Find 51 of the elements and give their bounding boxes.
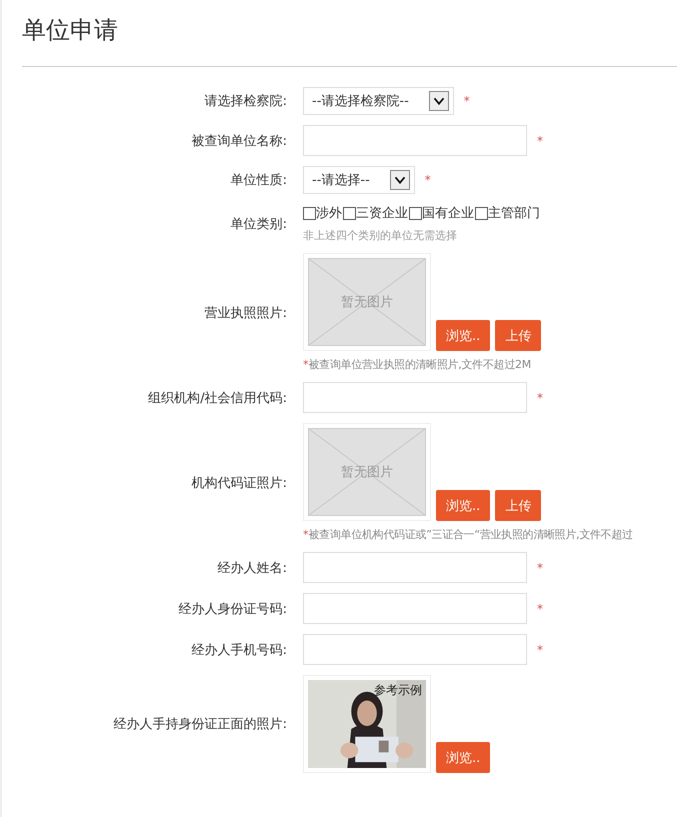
caret-icon: [428, 91, 449, 111]
field-label: 经办人手机号码:: [192, 642, 287, 658]
upload-button[interactable]: 上传: [495, 490, 542, 521]
checkbox-label: 国有企业: [422, 205, 474, 222]
required-mark: *: [303, 528, 308, 541]
required-mark: *: [303, 358, 308, 371]
required-mark: *: [464, 94, 470, 108]
select-field[interactable]: --请选择检察院--: [303, 87, 454, 115]
required-mark: *: [537, 560, 543, 574]
field-label: 经办人手持身份证正面的照片:: [114, 716, 287, 733]
hint-text: 非上述四个类别的单位无需选择: [303, 228, 458, 243]
checkbox-label: 三资企业: [356, 205, 408, 222]
checkbox[interactable]: [409, 206, 422, 220]
checkbox[interactable]: [475, 206, 488, 220]
no-image-text: 暂无图片: [341, 464, 393, 481]
placeholder-cross-icon: [309, 429, 425, 515]
select-field[interactable]: --请选择--: [303, 166, 415, 194]
required-mark: *: [537, 390, 543, 404]
checkbox[interactable]: [343, 206, 356, 220]
field-label: 单位性质:: [230, 172, 287, 189]
required-mark: *: [537, 134, 543, 148]
field-label: 请选择检察院:: [204, 93, 287, 110]
input-field[interactable]: [303, 125, 527, 156]
checkbox-label: 主管部门: [488, 205, 540, 222]
field-label: 经办人身份证号码:: [178, 600, 287, 618]
required-mark: *: [537, 602, 543, 616]
checkbox[interactable]: [303, 206, 316, 220]
page-title: 单位申请: [21, 15, 119, 46]
browse-button[interactable]: 浏览..: [436, 742, 490, 773]
note-text: 被查询单位机构代码证或”三证合一“营业执照的清晰照片,文件不超过: [308, 527, 633, 542]
field-label: 单位类别:: [230, 216, 287, 232]
field-label: 机构代码证照片:: [192, 474, 287, 492]
input-field[interactable]: [303, 593, 527, 624]
input-field[interactable]: [303, 634, 527, 665]
browse-button[interactable]: 浏览..: [436, 320, 490, 351]
caret-icon: [390, 170, 410, 190]
checkbox-label: 涉外: [316, 205, 342, 222]
input-field[interactable]: [303, 552, 527, 583]
field-label: 被查询单位名称:: [192, 132, 287, 150]
required-mark: *: [537, 642, 543, 656]
field-label: 组织机构/社会信用代码:: [148, 390, 287, 406]
field-label: 经办人姓名:: [218, 560, 287, 576]
field-label: 营业执照照片:: [204, 304, 287, 322]
browse-button[interactable]: 浏览..: [436, 490, 490, 521]
note-text: 被查询单位营业执照的清晰照片,文件不超过2M: [308, 357, 531, 372]
image-caption: 参考示例: [374, 682, 422, 699]
required-mark: *: [424, 173, 431, 187]
no-image-text: 暂无图片: [341, 294, 393, 311]
placeholder-cross-icon: [309, 259, 425, 345]
input-field[interactable]: [303, 382, 527, 413]
upload-button[interactable]: 上传: [495, 320, 542, 351]
